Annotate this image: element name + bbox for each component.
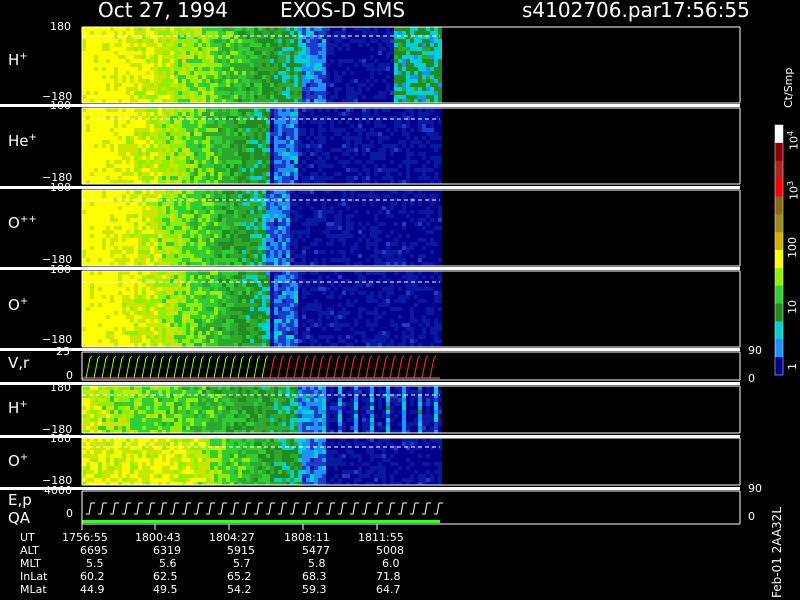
footer-cell: 64.7 (376, 583, 401, 596)
panel2-label: He+ (8, 132, 37, 150)
colorbar-label-1e4: 104 (786, 130, 800, 150)
title-file: s4102706.par (522, 0, 662, 22)
footer-cell: 1811:55 (358, 531, 404, 544)
footer-cell: 6.0 (382, 557, 400, 570)
p8-right-bottom-tick: 0 (748, 510, 755, 523)
spectrogram-plot (0, 26, 784, 530)
footer-cell: 62.5 (153, 570, 178, 583)
footer-cell: 5.7 (233, 557, 251, 570)
panel3-label: O++ (8, 214, 37, 232)
p5-right-top-tick: 90 (748, 344, 762, 357)
colorbar-segment (775, 178, 783, 197)
footer-cell: 5.5 (86, 557, 104, 570)
footer-row-name: ALT (20, 544, 39, 557)
panel8-label2: QA (8, 509, 31, 527)
footer-row-name: InLat (20, 570, 48, 583)
p6-top-tick: 180 (50, 381, 71, 394)
panel7-label: O+ (8, 452, 29, 470)
panel5-label: V,r (8, 354, 30, 372)
heatmap-cells (82, 438, 442, 485)
footer-cell: 59.3 (302, 583, 327, 596)
footer-cell: 6695 (80, 544, 108, 557)
title-date: Oct 27, 1994 (98, 0, 228, 22)
heatmap-cells (82, 190, 442, 266)
colorbar-segment (775, 285, 783, 305)
title-instrument: EXOS-D SMS (280, 0, 406, 22)
panel6-label: H+ (8, 399, 28, 417)
footer-cell: 54.2 (227, 583, 252, 596)
p4-top-tick: 180 (50, 263, 71, 276)
panel8-label: E,p (8, 491, 32, 509)
footer-row-name: UT (20, 531, 35, 544)
title-time: 17:56:55 (660, 0, 750, 22)
panel-separator (0, 487, 740, 490)
footer-cell: 5008 (376, 544, 404, 557)
colorbar-segment (775, 214, 783, 233)
p5-bottom-tick: 0 (66, 369, 73, 382)
footer-cell: 1808:11 (284, 531, 330, 544)
qa-bar (82, 520, 440, 523)
panel4-label: O+ (8, 296, 29, 314)
p3-top-tick: 180 (50, 181, 71, 194)
footer-cell: 1756:55 (62, 531, 108, 544)
panel1-label: H+ (8, 51, 28, 69)
p8-right-top-tick: 90 (748, 482, 762, 495)
panel-separator (0, 382, 740, 385)
colorbar-segment (775, 232, 783, 251)
panel-separator (0, 186, 740, 189)
footer-row-name: MLT (20, 557, 41, 570)
colorbar-segment (775, 303, 783, 322)
colorbar-segment (775, 196, 783, 215)
colorbar-label-1: 1 (786, 363, 799, 370)
p5-right-bottom-tick: 0 (748, 372, 755, 385)
footer-cell: 5.8 (308, 557, 326, 570)
footer-cell: 44.9 (80, 583, 105, 596)
heatmap-cells (82, 27, 442, 103)
footer-side-label: Feb-01 2AA32L (770, 506, 784, 598)
panel-separator (0, 104, 740, 107)
footer-cell: 6319 (153, 544, 181, 557)
colorbar-label-100: 100 (786, 237, 799, 258)
p4-bottom-tick: −180 (42, 333, 73, 346)
p8-top-tick: 4000 (44, 484, 72, 497)
panel-separator (0, 435, 740, 438)
colorbar-segment (775, 339, 783, 358)
footer-cell: 49.5 (153, 583, 178, 596)
heatmap-cells (82, 386, 442, 433)
p2-top-tick: 180 (50, 99, 71, 112)
footer-cell: 1800:43 (135, 531, 181, 544)
colorbar-label-10: 10 (786, 300, 799, 314)
footer-row-name: MLat (20, 583, 47, 596)
colorbar-segment (775, 250, 783, 269)
p8-bottom-tick: 0 (66, 507, 73, 520)
colorbar-unit: Ct/Smp (782, 67, 795, 108)
colorbar-segment (775, 142, 783, 162)
panel-background (82, 352, 740, 380)
footer-cell: 60.2 (80, 570, 105, 583)
heatmap-cells (82, 108, 442, 184)
footer-cell: 68.3 (302, 570, 327, 583)
footer-cell: 5915 (227, 544, 255, 557)
footer-cell: 1804:27 (209, 531, 255, 544)
colorbar-segment (775, 160, 783, 180)
footer-cell: 71.8 (376, 570, 401, 583)
p1-top-tick: 180 (50, 20, 71, 33)
footer-cell: 65.2 (227, 570, 252, 583)
colorbar-segment (775, 357, 783, 376)
colorbar-label-1e3: 103 (786, 180, 800, 200)
p5-top-tick: 25 (56, 345, 70, 358)
colorbar-segment (775, 267, 783, 287)
panel-separator (0, 348, 740, 351)
heatmap-cells (82, 271, 442, 347)
colorbar-segment (775, 321, 783, 340)
footer-cell: 5.6 (159, 557, 177, 570)
panel-background (82, 491, 740, 524)
footer-cell: 5477 (302, 544, 330, 557)
p7-top-tick: 180 (50, 432, 71, 445)
panel-separator (0, 267, 740, 270)
colorbar-segment (775, 125, 783, 144)
